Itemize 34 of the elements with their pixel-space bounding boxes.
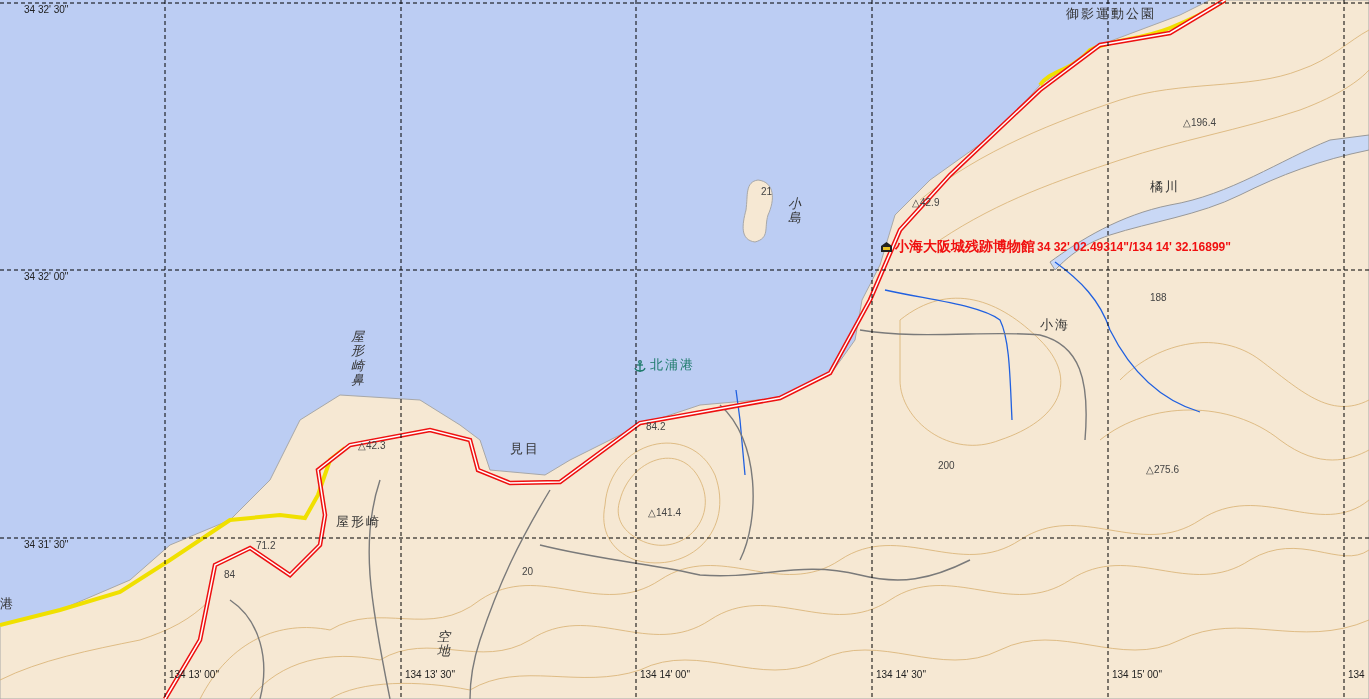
place-name: 屋形崎鼻	[351, 330, 364, 388]
place-name: 見目	[510, 442, 540, 457]
elevation-label: 84.2	[646, 421, 666, 432]
elevation-label: 84	[224, 569, 236, 580]
place-name: 屋形崎	[336, 515, 381, 530]
museum-coordinates: 34 32' 02.49314"/134 14' 32.16899"	[1037, 238, 1231, 256]
island	[742, 179, 773, 243]
latitude-label: 34 32' 00"	[24, 271, 69, 282]
place-name: 小海	[1040, 318, 1070, 333]
elevation-label: 200	[938, 460, 955, 471]
place-name: 橘川	[1150, 180, 1180, 195]
longitude-label: 134 14' 00"	[640, 669, 690, 680]
elevation-label: 188	[1150, 292, 1167, 303]
elevation-label: 71.2	[256, 540, 276, 551]
place-name: 港	[0, 597, 15, 612]
elevation-label: 21	[761, 186, 773, 197]
building-icon	[880, 240, 893, 253]
elevation-label: △196.4	[1183, 117, 1217, 128]
elevation-label: △275.6	[1146, 464, 1180, 475]
longitude-label: 134 13' 30"	[405, 669, 455, 680]
latitude-label: 34 32' 30"	[24, 4, 69, 15]
elevation-label: △141.4	[648, 507, 682, 518]
place-name: 空地	[437, 630, 450, 659]
longitude-label: 134	[1348, 669, 1365, 680]
place-name: 御影運動公園	[1066, 7, 1156, 22]
elevation-label: 20	[522, 566, 534, 577]
museum-name: 小海大阪城残跡博物館	[895, 237, 1035, 256]
anchor-icon	[634, 360, 646, 373]
place-name: 小島	[788, 197, 801, 226]
latitude-label: 34 31' 30"	[24, 539, 69, 550]
longitude-label: 134 14' 30"	[876, 669, 926, 680]
harbor-name: 北浦港	[650, 358, 695, 373]
longitude-label: 134 15' 00"	[1112, 669, 1162, 680]
elevation-label: △42.3	[358, 440, 386, 451]
